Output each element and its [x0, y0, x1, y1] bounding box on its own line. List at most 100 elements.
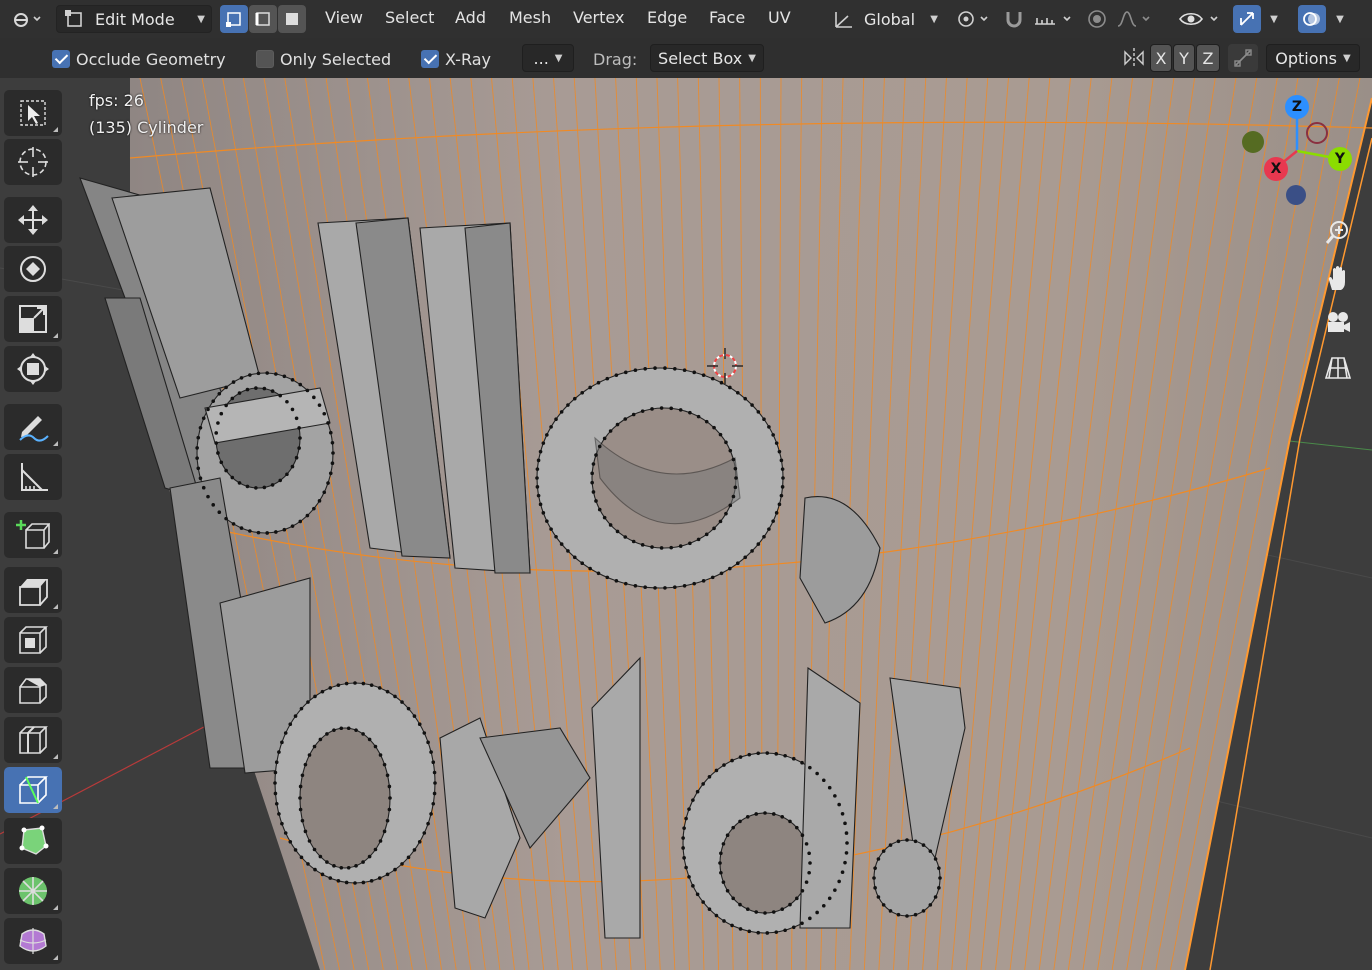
mesh-vertex	[328, 430, 333, 435]
mesh-vertex	[633, 368, 638, 373]
mesh-vertex	[888, 843, 893, 847]
menu-uv[interactable]: UV	[768, 8, 791, 27]
mesh-vertex	[681, 846, 685, 850]
only-selected-checkbox[interactable]: Only Selected	[256, 47, 391, 71]
transform-tool[interactable]	[4, 346, 62, 392]
mesh-vertex	[767, 425, 771, 429]
gizmo-x-axis[interactable]: X	[1264, 157, 1288, 181]
mesh-vertex	[545, 433, 549, 437]
mesh-vertex	[745, 815, 750, 819]
cursor-tool[interactable]	[4, 139, 62, 185]
mesh-vertex	[731, 457, 736, 462]
mode-dropdown[interactable]: Edit Mode ▼	[56, 5, 212, 33]
ruler-icon	[21, 463, 48, 491]
snap-target-dropdown[interactable]	[1030, 5, 1076, 33]
editor-type-button[interactable]	[6, 5, 48, 33]
spin-tool[interactable]	[4, 868, 62, 914]
menu-edge[interactable]: Edge	[647, 8, 687, 27]
proportional-edit-toggle[interactable]	[1082, 5, 1112, 33]
mesh-vertex	[840, 811, 845, 816]
overlay-dropdown[interactable]: ▼	[1328, 5, 1352, 33]
occlude-geometry-checkbox[interactable]: Occlude Geometry	[52, 47, 226, 71]
mesh-vertex	[605, 376, 610, 381]
mesh-vertex	[549, 425, 553, 429]
menu-mesh[interactable]: Mesh	[509, 8, 551, 27]
poly-build-tool[interactable]	[4, 818, 62, 864]
select-box-tool[interactable]	[4, 90, 62, 136]
gizmo-toggle[interactable]	[1233, 5, 1261, 33]
mesh-vertex	[815, 771, 819, 776]
menu-select[interactable]: Select	[385, 8, 434, 27]
scale-tool[interactable]	[4, 296, 62, 342]
mirror-y-toggle[interactable]: Y	[1173, 44, 1195, 72]
bevel-tool[interactable]	[4, 667, 62, 713]
menu-vertex[interactable]: Vertex	[573, 8, 624, 27]
mesh-vertex	[774, 441, 779, 445]
mirror-x-toggle[interactable]: X	[1150, 44, 1172, 72]
snap-toggle[interactable]	[1000, 5, 1028, 33]
mesh-vertex	[614, 373, 619, 377]
mesh-vertex	[224, 385, 228, 390]
mesh-vertex	[937, 886, 941, 890]
mesh-vertex	[412, 848, 417, 852]
mesh-vertex	[385, 872, 390, 877]
expand-tool-icon	[53, 754, 58, 759]
mesh-vertex	[361, 732, 365, 736]
crosshair-icon	[18, 147, 48, 177]
mesh-vertex	[659, 406, 664, 410]
mesh-vertex	[738, 755, 743, 759]
menu-view[interactable]: View	[325, 8, 363, 27]
3d-viewport[interactable]: fps: 26 (135) Cylinder Z Y X	[0, 78, 1372, 970]
face-select-button[interactable]	[278, 5, 306, 33]
falloff-dropdown[interactable]	[1114, 5, 1156, 33]
mesh-vertex	[719, 571, 724, 576]
smooth-tool[interactable]	[4, 918, 62, 964]
knife-tool[interactable]	[4, 767, 62, 813]
overlay-toggle[interactable]	[1298, 5, 1326, 33]
add-cube-tool[interactable]	[4, 512, 62, 558]
mesh-vertex	[580, 561, 585, 566]
gizmo-z-axis[interactable]: Z	[1285, 95, 1309, 119]
perspective-toggle-button[interactable]	[1318, 348, 1358, 388]
expand-tool-icon	[53, 955, 58, 960]
extrude-tool[interactable]	[4, 567, 62, 613]
annotate-tool[interactable]	[4, 404, 62, 450]
mesh-vertex	[224, 516, 228, 521]
mesh-vertex	[701, 900, 705, 904]
measure-tool[interactable]	[4, 454, 62, 500]
options-dropdown[interactable]: Options ▼	[1266, 44, 1360, 72]
mesh-vertex	[747, 929, 752, 934]
camera-view-button[interactable]	[1318, 303, 1358, 343]
xray-checkbox[interactable]: X-Ray	[421, 47, 491, 71]
menu-add[interactable]: Add	[455, 8, 486, 27]
inset-tool[interactable]	[4, 617, 62, 663]
transform-orientation-dropdown[interactable]: Global ▼	[828, 5, 942, 33]
menu-face[interactable]: Face	[709, 8, 745, 27]
drag-dropdown[interactable]: Select Box ▼	[650, 44, 764, 72]
pivot-point-dropdown[interactable]	[952, 5, 994, 33]
loop-cut-tool[interactable]	[4, 717, 62, 763]
mesh-vertex	[214, 441, 219, 445]
mesh-vertex	[572, 555, 577, 560]
pan-button[interactable]	[1318, 258, 1358, 298]
gizmo-y-axis[interactable]: Y	[1328, 147, 1352, 171]
mesh-vertex	[393, 867, 397, 872]
zoom-button[interactable]	[1318, 212, 1358, 252]
mesh-vertex	[783, 928, 787, 933]
mesh-vertex	[921, 843, 926, 847]
mesh-vertex	[623, 581, 628, 586]
move-tool[interactable]	[4, 197, 62, 243]
mirror-y-label: Y	[1179, 48, 1189, 68]
edge-select-button[interactable]	[249, 5, 277, 33]
topology-mirror-toggle[interactable]	[1228, 44, 1258, 72]
rotate-tool[interactable]	[4, 246, 62, 292]
visibility-dropdown[interactable]	[1176, 5, 1224, 33]
mesh-vertex	[312, 395, 316, 400]
mesh-vertex	[325, 860, 329, 864]
more-settings-dropdown[interactable]: ... ▼	[522, 44, 574, 72]
gizmo-dropdown[interactable]: ▼	[1262, 5, 1286, 33]
falloff-curve-icon	[1117, 11, 1150, 27]
mirror-z-toggle[interactable]: Z	[1196, 44, 1220, 72]
vertex-select-button[interactable]	[220, 5, 248, 33]
mesh-vertex	[417, 839, 422, 844]
